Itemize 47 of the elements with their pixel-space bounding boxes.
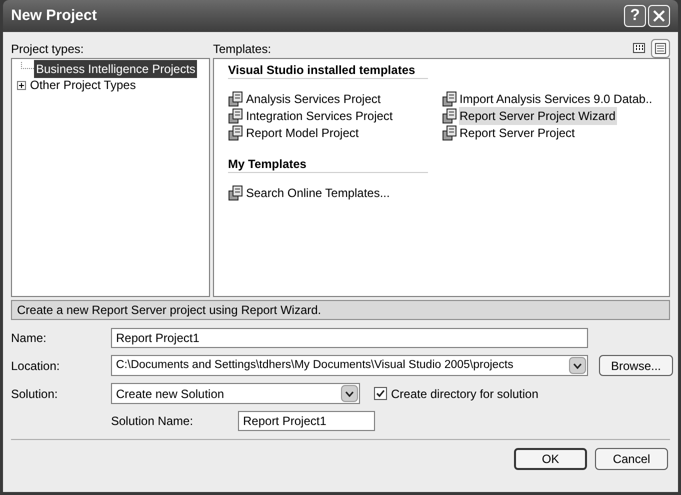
dropdown-arrow-button[interactable] [569, 357, 586, 374]
chevron-down-icon [573, 362, 582, 368]
document-stack-icon [228, 108, 244, 124]
document-stack-icon [442, 108, 458, 124]
expand-icon[interactable] [17, 80, 26, 90]
template-item[interactable]: Report Server Project Wizard [458, 107, 617, 125]
directory-checkbox[interactable] [374, 387, 387, 400]
document-stack-icon [442, 125, 458, 141]
directory-checkbox-label: Create directory for solution [391, 386, 538, 402]
name-label: Name: [11, 330, 48, 347]
cancel-button[interactable]: Cancel [595, 448, 668, 470]
template-item[interactable]: Report Model Project [245, 124, 360, 142]
group-heading: Visual Studio installed templates [228, 61, 428, 79]
template-item[interactable]: Integration Services Project [245, 107, 394, 125]
group-heading: My Templates [228, 155, 428, 173]
tree-item[interactable]: Other Project Types [28, 76, 138, 94]
help-button[interactable]: ? [624, 5, 646, 27]
close-button[interactable] [648, 5, 670, 27]
list-icon [655, 42, 666, 54]
description-bar: Create a new Report Server project using Report Wizard. [11, 300, 670, 320]
checkmark-icon [376, 389, 385, 398]
name-field[interactable]: Report Project1 [111, 328, 588, 348]
browse-button[interactable]: Browse... [599, 355, 673, 376]
solution-name-field[interactable]: Report Project1 [238, 411, 375, 431]
template-item[interactable]: Import Analysis Services 9.0 Datab.. [458, 90, 654, 108]
close-icon [653, 10, 665, 22]
document-stack-icon [228, 91, 244, 107]
document-stack-icon [442, 91, 458, 107]
template-item[interactable]: Report Server Project [458, 124, 576, 142]
project-types-label: Project types: [11, 41, 85, 58]
location-label: Location: [11, 358, 61, 374]
template-item[interactable]: Search Online Templates... [245, 184, 391, 202]
small-icons-button[interactable] [651, 38, 670, 58]
dropdown-arrow-button[interactable] [341, 385, 358, 402]
template-item[interactable]: Analysis Services Project [245, 90, 382, 108]
solution-name-label: Solution Name: [111, 413, 194, 430]
chevron-down-icon [345, 390, 354, 396]
document-stack-icon [228, 185, 244, 201]
location-combo[interactable]: C:\Documents and Settings\tdhers\My Documents\Visual Studio 2005\projects [111, 355, 588, 376]
tree-item[interactable]: Business Intelligence Projects [34, 60, 198, 78]
grid-icon [632, 43, 644, 53]
solution-label: Solution: [11, 386, 59, 402]
templates-label: Templates: [213, 41, 272, 58]
ok-button[interactable]: OK [514, 448, 587, 470]
document-stack-icon [228, 125, 244, 141]
solution-combo[interactable]: Create new Solution [111, 383, 360, 404]
window-title: New Project [11, 6, 97, 26]
